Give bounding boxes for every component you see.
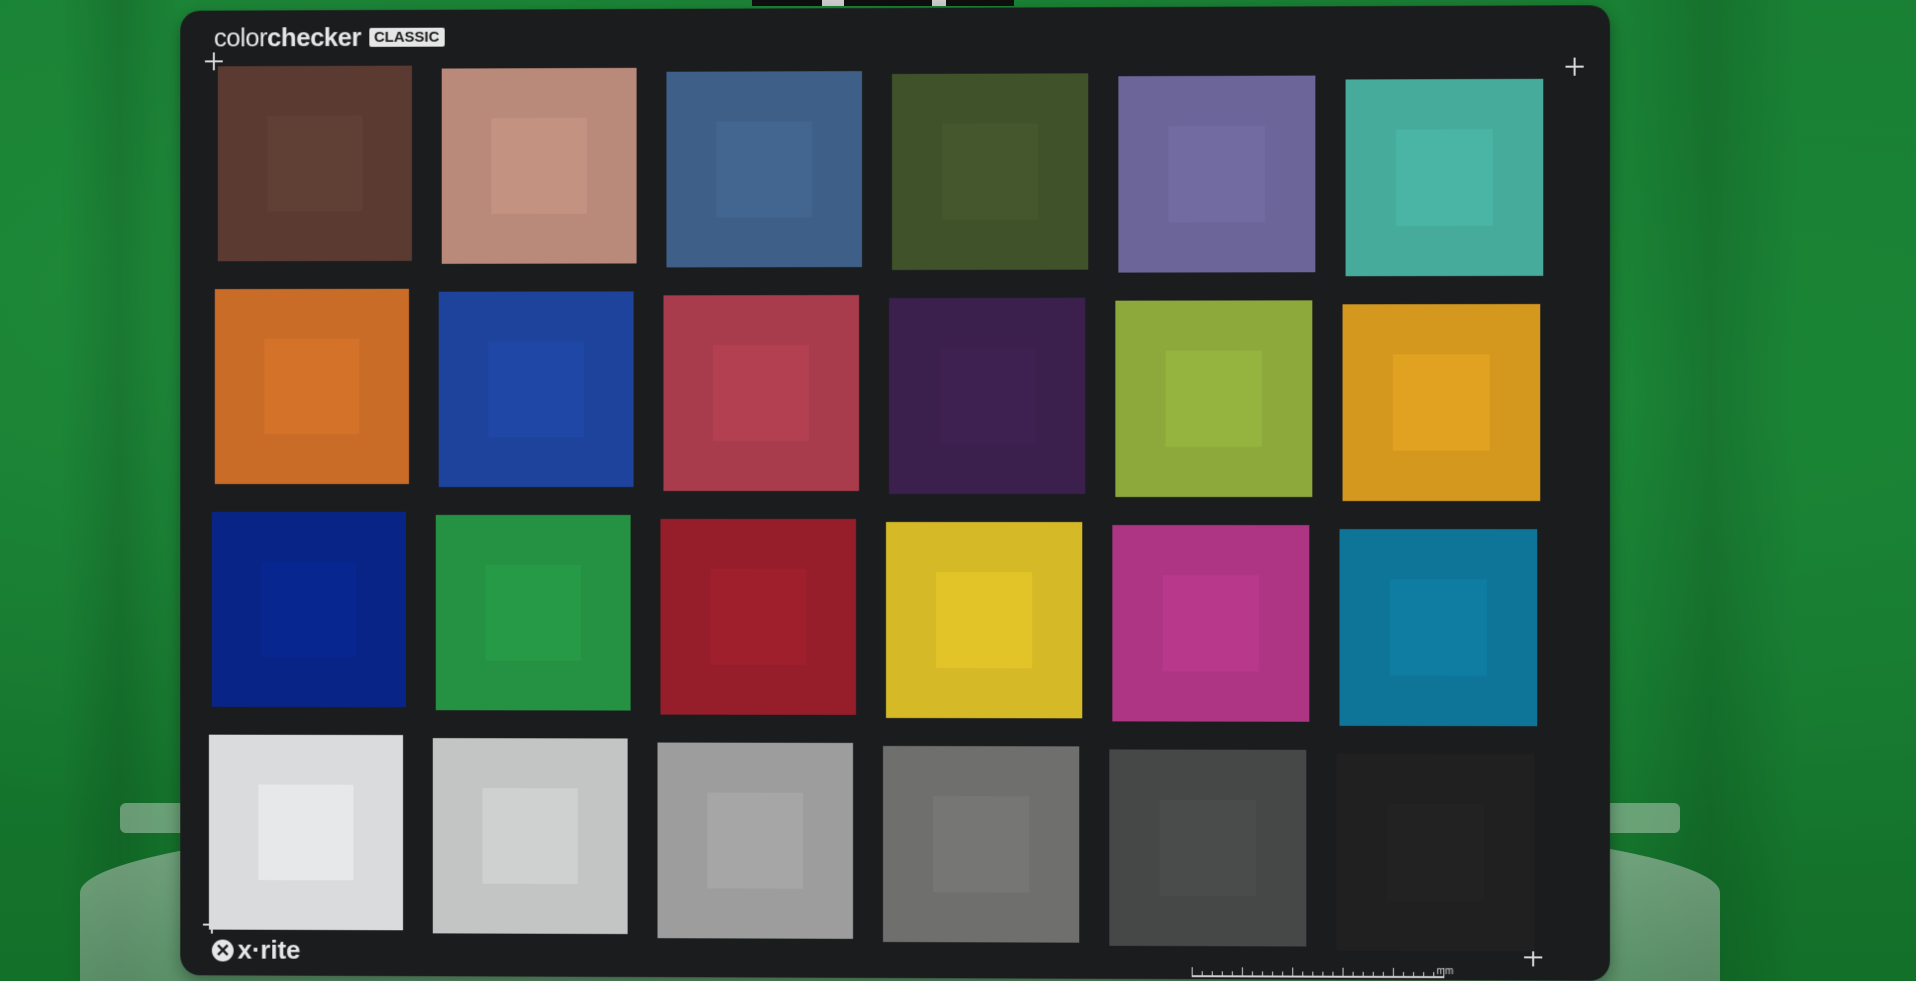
- ruler-tick: [1251, 971, 1253, 978]
- patch-center: [491, 118, 587, 215]
- color-patch: [889, 297, 1086, 494]
- ruler-tick: [1342, 967, 1344, 978]
- color-patch: [217, 65, 412, 262]
- brand-word-checker: checker: [267, 22, 362, 53]
- patch-center: [710, 568, 807, 665]
- clip-notch: [822, 0, 844, 6]
- color-patch: [1336, 753, 1535, 951]
- patch-center: [482, 788, 578, 885]
- ruler-tick: [1332, 971, 1334, 978]
- ruler-ticks: [1191, 963, 1454, 979]
- patch-center: [485, 565, 581, 661]
- ruler-tick: [1312, 971, 1314, 978]
- color-patch: [1115, 300, 1313, 498]
- ruler-tick: [1372, 971, 1374, 978]
- patch-center: [1395, 128, 1493, 226]
- ruler-tick: [1211, 971, 1213, 978]
- color-patch: [214, 288, 409, 485]
- xrite-mark-icon: ✕: [211, 939, 234, 962]
- xrite-logo: ✕ x·rite: [211, 934, 301, 966]
- color-patch: [1342, 303, 1541, 501]
- color-patch: [432, 738, 628, 935]
- patch-center: [713, 344, 810, 441]
- mm-ruler: mm: [1191, 963, 1454, 979]
- patch-center: [1168, 126, 1266, 223]
- green-backdrop: color checker CLASSIC ✕ x·rite mm: [0, 0, 1916, 981]
- color-patch: [657, 742, 854, 939]
- color-patch: [441, 68, 637, 265]
- ruler-tick: [1352, 971, 1354, 978]
- patch-center: [258, 784, 354, 881]
- patch-center: [942, 123, 1039, 220]
- crosshair-top-right-icon: [1565, 58, 1583, 76]
- ruler-tick: [1433, 972, 1435, 979]
- ruler-tick: [1413, 972, 1415, 979]
- top-clip: [752, 0, 1014, 6]
- color-patch: [891, 73, 1089, 270]
- ruler-tick: [1241, 967, 1243, 978]
- ruler-tick: [1292, 967, 1294, 978]
- patch-center: [707, 792, 804, 889]
- patch-center: [936, 571, 1033, 669]
- color-patch: [211, 511, 407, 708]
- color-patch: [1109, 749, 1307, 947]
- patch-center: [716, 120, 813, 217]
- ruler-tick: [1262, 971, 1264, 978]
- ruler-tick: [1382, 971, 1384, 978]
- ruler-tick: [1231, 971, 1233, 978]
- crosshair-bottom-right-icon: [1524, 948, 1542, 966]
- color-patch: [883, 745, 1080, 943]
- patch-center: [1389, 578, 1487, 676]
- ruler-unit-label: mm: [1436, 966, 1454, 978]
- xrite-wordmark: x·rite: [237, 934, 301, 965]
- brand-logo: color checker CLASSIC: [213, 22, 445, 54]
- color-patch: [1345, 78, 1544, 276]
- color-patch: [663, 294, 860, 491]
- ruler-tick: [1423, 972, 1425, 979]
- patch-center: [939, 347, 1036, 444]
- color-patch: [1339, 528, 1538, 726]
- ruler-tick: [1191, 967, 1193, 978]
- ruler-tick: [1322, 971, 1324, 978]
- ruler-tick: [1302, 971, 1304, 978]
- patch-center: [1392, 353, 1490, 451]
- color-patch: [660, 518, 857, 715]
- clip-notch: [932, 0, 946, 6]
- color-patch: [208, 734, 404, 931]
- color-patch: [886, 521, 1083, 719]
- classic-badge: CLASSIC: [368, 27, 445, 47]
- ruler-tick: [1282, 971, 1284, 978]
- color-patch: [1112, 525, 1310, 722]
- ruler-tick: [1362, 971, 1364, 978]
- color-patch: [1118, 75, 1316, 273]
- ruler-tick: [1221, 971, 1223, 978]
- patch-center: [933, 795, 1030, 893]
- ruler-base: [1191, 975, 1444, 979]
- patch-center: [261, 561, 357, 658]
- patch-center: [1162, 575, 1260, 672]
- ruler-tick: [1201, 971, 1203, 978]
- ruler-tick: [1272, 971, 1274, 978]
- color-checker-card: color checker CLASSIC ✕ x·rite mm: [180, 5, 1610, 981]
- backdrop-fold: [60, 0, 180, 981]
- patch-center: [1165, 350, 1263, 448]
- patch-center: [1386, 803, 1484, 901]
- patch-center: [1159, 799, 1256, 897]
- color-patch: [435, 515, 631, 711]
- ruler-tick: [1402, 971, 1404, 978]
- patch-grid: [180, 5, 1610, 951]
- color-patch: [666, 70, 863, 268]
- patch-center: [264, 338, 360, 435]
- ruler-tick: [1392, 967, 1394, 978]
- brand-word-color: color: [213, 22, 268, 53]
- backdrop-fold: [1620, 0, 1800, 981]
- patch-center: [267, 115, 363, 212]
- color-patch: [438, 291, 634, 488]
- patch-center: [488, 341, 584, 438]
